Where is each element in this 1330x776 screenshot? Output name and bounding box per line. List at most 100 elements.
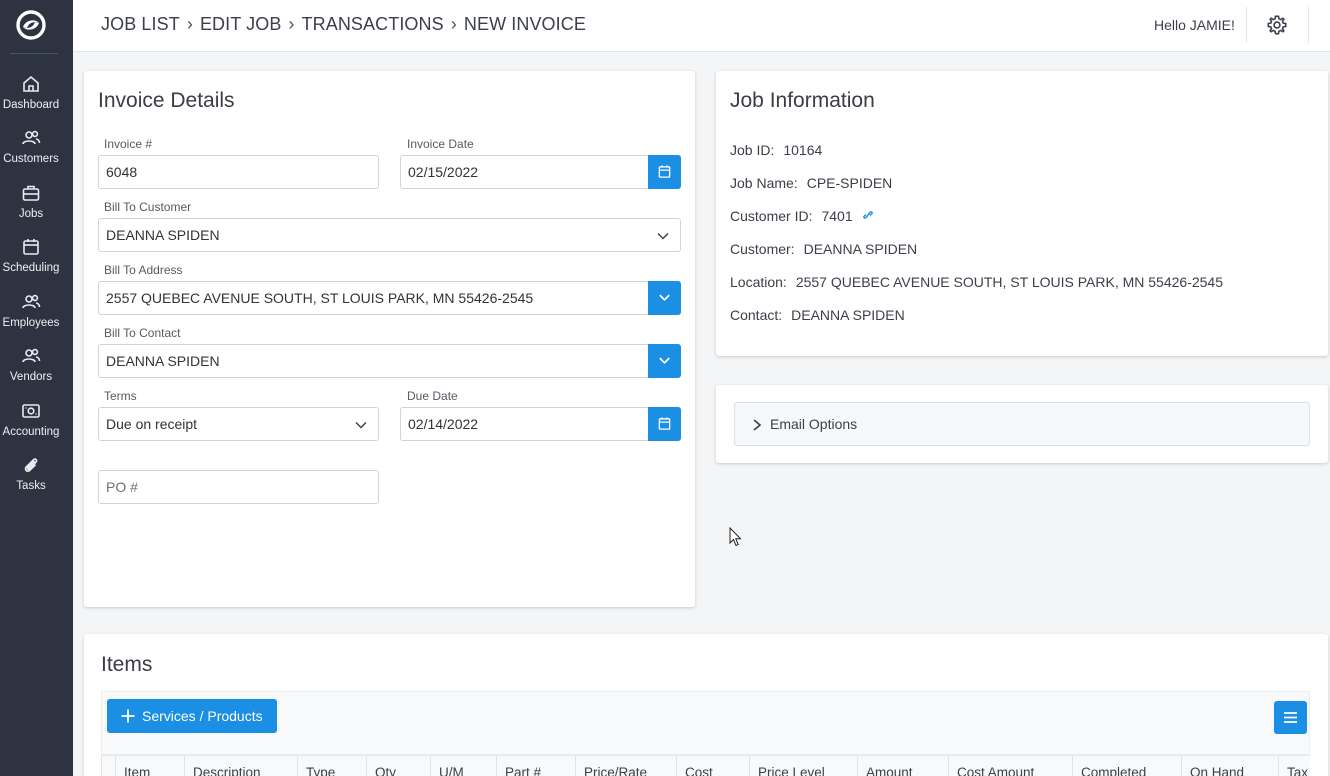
table-header-spacer [101, 756, 116, 776]
email-options-toggle[interactable]: Email Options [734, 402, 1310, 446]
sidebar-item-label: Vendors [9, 371, 53, 383]
customer-row: Customer: DEANNA SPIDEN [730, 241, 917, 257]
customer-label: Customer: [730, 241, 795, 257]
breadcrumb-job-list[interactable]: JOB LIST [101, 14, 180, 34]
sidebar-item-employees[interactable]: Employees [0, 292, 62, 342]
terms-label: Terms [104, 389, 137, 403]
breadcrumb-transactions[interactable]: TRANSACTIONS [302, 14, 444, 34]
items-card: Items Services / Products Item Descripti… [84, 634, 1328, 776]
logo-icon[interactable] [16, 10, 46, 40]
po-number-input[interactable]: PO # [98, 470, 379, 504]
menu-icon [1284, 712, 1297, 723]
location-label: Location: [730, 274, 787, 290]
column-header-price-level[interactable]: Price Level [749, 756, 858, 776]
job-id-label: Job ID: [730, 142, 775, 158]
link-icon[interactable] [861, 208, 875, 222]
column-header-part-number[interactable]: Part # [496, 756, 576, 776]
job-name-value: CPE-SPIDEN [806, 175, 893, 191]
chevron-down-icon [659, 357, 670, 365]
sidebar-item-vendors[interactable]: Vendors [0, 346, 62, 396]
header-divider [1246, 7, 1247, 43]
invoice-date-input[interactable]: 02/15/2022 [400, 155, 649, 189]
sidebar-item-jobs[interactable]: Jobs [0, 183, 62, 233]
bill-to-address-label: Bill To Address [104, 263, 183, 277]
chevron-right-icon [753, 419, 762, 431]
top-header: JOB LIST › EDIT JOB › TRANSACTIONS › NEW INVOI… [73, 0, 1330, 52]
sidebar-item-scheduling[interactable]: Scheduling [0, 237, 62, 287]
chevron-right-icon: › [186, 14, 193, 34]
location-value: 2557 QUEBEC AVENUE SOUTH, ST LOUIS PARK,… [795, 274, 1223, 290]
invoice-date-picker-button[interactable] [648, 155, 681, 189]
contact-row: Contact: DEANNA SPIDEN [730, 307, 905, 323]
sidebar-item-label: Scheduling [2, 262, 60, 274]
column-header-um[interactable]: U/M [430, 756, 497, 776]
home-icon [23, 75, 39, 92]
terms-select[interactable]: Due on receipt [98, 407, 379, 441]
due-date-picker-button[interactable] [648, 407, 681, 441]
briefcase-icon [22, 185, 40, 201]
email-options-label: Email Options [770, 416, 858, 432]
email-options-card: Email Options [716, 385, 1328, 463]
gear-icon[interactable] [1266, 14, 1288, 36]
job-information-card: Job Information Job ID: 10164 Job Name: CP… [716, 71, 1328, 356]
plus-icon [121, 709, 135, 723]
bill-to-customer-label: Bill To Customer [104, 200, 192, 214]
bill-to-address-dropdown-button[interactable] [648, 281, 681, 315]
column-header-completed[interactable]: Completed [1072, 756, 1182, 776]
column-header-price-rate[interactable]: Price/Rate [575, 756, 677, 776]
sidebar-item-accounting[interactable]: Accounting [0, 401, 62, 451]
column-header-cost[interactable]: Cost [676, 756, 750, 776]
column-header-type[interactable]: Type [297, 756, 367, 776]
chevron-down-icon [355, 421, 367, 429]
add-services-products-button[interactable]: Services / Products [107, 699, 277, 733]
sidebar-item-tasks[interactable]: Tasks [0, 455, 62, 505]
sidebar-item-label: Employees [2, 317, 60, 329]
user-greeting: Hello JAMIE! [1154, 17, 1235, 33]
column-menu-button[interactable] [1274, 701, 1307, 734]
contact-value: DEANNA SPIDEN [791, 307, 905, 323]
items-toolbar: Services / Products [101, 691, 1310, 755]
contact-label: Contact: [730, 307, 783, 323]
invoice-date-label: Invoice Date [407, 137, 474, 151]
job-name-row: Job Name: CPE-SPIDEN [730, 175, 892, 191]
bill-to-customer-select[interactable]: DEANNA SPIDEN [98, 218, 681, 252]
job-id-value: 10164 [783, 142, 823, 158]
sidebar-item-customers[interactable]: Customers [0, 128, 62, 178]
invoice-number-input[interactable]: 6048 [98, 155, 379, 189]
column-header-amount[interactable]: Amount [857, 756, 949, 776]
bill-to-contact-dropdown-button[interactable] [648, 344, 681, 378]
calendar-icon [658, 165, 671, 178]
location-row: Location: 2557 QUEBEC AVENUE SOUTH, ST LO… [730, 274, 1223, 290]
column-header-item[interactable]: Item [115, 756, 185, 776]
money-icon [22, 404, 40, 418]
customer-id-row: Customer ID: 7401 [730, 208, 875, 224]
invoice-number-label: Invoice # [104, 137, 153, 151]
job-id-row: Job ID: 10164 [730, 142, 822, 158]
chevron-right-icon: › [288, 14, 295, 34]
chevron-down-icon [657, 232, 669, 240]
bill-to-address-select[interactable]: 2557 QUEBEC AVENUE SOUTH, ST LOUIS PARK,… [98, 281, 649, 315]
column-header-description[interactable]: Description [184, 756, 298, 776]
bill-to-contact-select[interactable]: DEANNA SPIDEN [98, 344, 649, 378]
column-header-qty[interactable]: Qty [366, 756, 431, 776]
customer-id-label: Customer ID: [730, 208, 813, 224]
customers-icon [22, 130, 41, 145]
due-date-input[interactable]: 02/14/2022 [400, 407, 649, 441]
sidebar-item-label: Dashboard [2, 99, 60, 111]
chevron-down-icon [659, 294, 670, 302]
vendors-icon [22, 348, 41, 363]
paperclip-icon [24, 458, 38, 473]
employees-icon [22, 294, 41, 309]
items-title: Items [101, 653, 153, 676]
breadcrumb-new-invoice: NEW INVOICE [463, 14, 586, 34]
sidebar-item-dashboard[interactable]: Dashboard [0, 74, 62, 124]
column-header-tax[interactable]: Tax [1278, 756, 1310, 776]
mouse-cursor-icon [729, 527, 742, 547]
sidebar-item-label: Jobs [18, 208, 44, 220]
breadcrumb-edit-job[interactable]: EDIT JOB [200, 14, 281, 34]
calendar-icon [23, 239, 39, 255]
column-header-cost-amount[interactable]: Cost Amount [948, 756, 1073, 776]
due-date-label: Due Date [407, 389, 458, 403]
chevron-right-icon: › [450, 14, 457, 34]
column-header-on-hand[interactable]: On Hand [1181, 756, 1279, 776]
